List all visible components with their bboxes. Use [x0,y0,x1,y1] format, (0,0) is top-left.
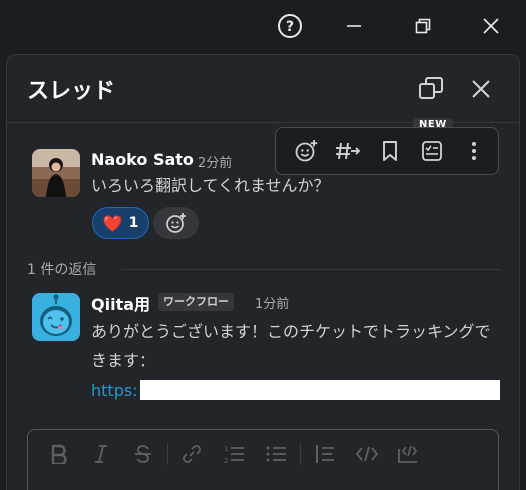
code-block-icon[interactable] [388,440,430,468]
toolbar-separator [167,443,168,465]
reply-message[interactable]: Qiita用 ワークフロー 1分前 ありがとうございます！このチケットでトラッキ… [7,287,519,407]
svg-text:2: 2 [224,457,228,465]
close-icon[interactable] [465,73,497,105]
forward-to-channel-icon[interactable] [327,135,369,167]
help-icon[interactable]: ? [272,8,308,44]
add-reaction-icon[interactable] [285,135,327,167]
reaction-count: 1 [128,215,139,231]
heart-reaction-button[interactable]: ❤️ 1 [92,207,149,239]
code-icon[interactable] [346,440,388,468]
restore-icon[interactable] [405,8,441,44]
strikethrough-icon[interactable] [122,440,164,468]
link-icon[interactable] [171,440,213,468]
message-composer[interactable]: 12 [27,429,499,490]
popout-icon[interactable] [415,73,447,105]
ticket-link[interactable]: https: [91,381,138,400]
thread-panel: スレッド Naoko Sato 2分前 いろいろ翻訳してくれませんか？ ❤️ 1 [6,54,520,490]
replies-count: 1 件の返信 [27,259,105,279]
formatting-toolbar: 12 [38,440,430,468]
bold-icon[interactable] [38,440,80,468]
italic-icon[interactable] [80,440,122,468]
message-author[interactable]: Qiita用 [91,291,150,315]
message-timestamp[interactable]: 1分前 [255,293,289,312]
blockquote-icon[interactable] [304,440,346,468]
thread-header: スレッド [7,55,519,123]
minimize-icon[interactable] [336,8,372,44]
thread-title: スレッド [27,79,116,104]
bot-avatar[interactable] [32,293,80,341]
workflow-badge: ワークフロー [158,293,234,311]
window-close-icon[interactable] [473,8,509,44]
add-reaction-button[interactable] [153,207,199,239]
bookmark-icon[interactable] [369,135,411,167]
replies-divider: 1 件の返信 [27,259,501,279]
toolbar-separator [300,443,301,465]
message-text: ありがとうございます！このチケットでトラッキングできます： [91,322,491,370]
create-list-item-icon[interactable] [411,135,453,167]
message-timestamp[interactable]: 2分前 [198,152,232,171]
add-emoji-icon [166,213,186,233]
more-actions-icon[interactable] [453,135,495,167]
ticket-link-row: https: [91,379,500,401]
svg-text:?: ? [286,19,294,35]
message-text: いろいろ翻訳してくれませんか？ [91,176,330,195]
svg-text:1: 1 [224,445,228,453]
heart-emoji: ❤️ [102,213,123,233]
bulleted-list-icon[interactable] [255,440,297,468]
divider-line [121,269,501,270]
window-titlebar: ? [0,0,526,54]
avatar[interactable] [32,149,80,197]
redacted-link-text [139,380,500,400]
message-author[interactable]: Naoko Sato [91,150,194,169]
message-actions-toolbar [275,127,499,175]
ordered-list-icon[interactable]: 12 [213,440,255,468]
